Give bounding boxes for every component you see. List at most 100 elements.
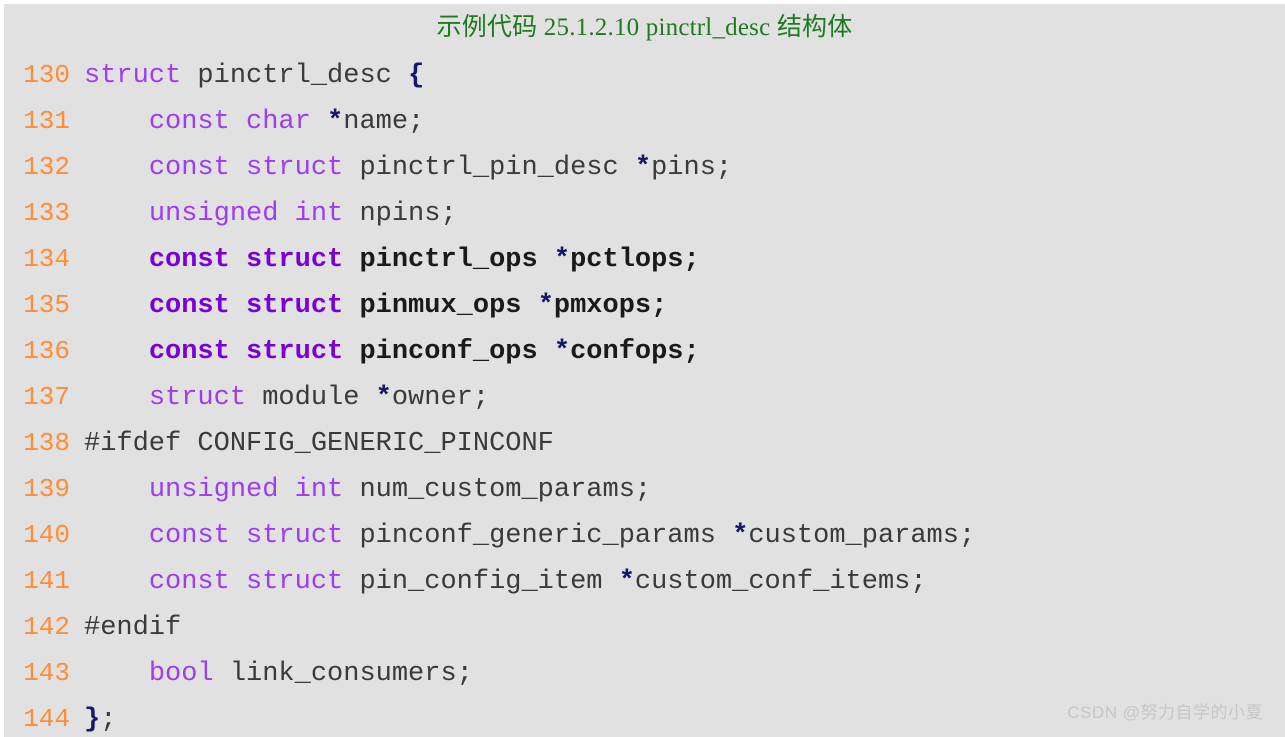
- code-token-punct: [343, 199, 359, 229]
- code-line-text: struct module *owner;: [70, 375, 489, 421]
- code-token-punct: [343, 291, 359, 321]
- code-token-id: name;: [343, 107, 425, 137]
- code-token-id: pin_config_item: [359, 567, 603, 597]
- code-token-punct: [343, 337, 359, 367]
- code-token-punct: [84, 291, 149, 321]
- code-token-id: pinconf_generic_params: [359, 521, 716, 551]
- csdn-watermark: CSDN @努力自学的小夏: [1067, 703, 1263, 722]
- code-line: 143 bool link_consumers;: [4, 650, 1285, 696]
- code-token-id: pinctrl_desc: [197, 61, 392, 91]
- code-token-kw: const: [148, 291, 230, 321]
- line-number: 135: [23, 290, 70, 320]
- code-token-kw: struct: [246, 337, 344, 367]
- code-token-punct: [716, 521, 732, 551]
- code-line: 142 #endif: [4, 604, 1285, 650]
- line-number: 144: [23, 704, 70, 734]
- code-token-punct: [343, 521, 359, 551]
- code-token-punct: [84, 521, 149, 551]
- code-line: 133 unsigned int npins;: [4, 190, 1285, 236]
- code-token-punct: [230, 291, 246, 321]
- code-token-punct: [230, 153, 246, 183]
- code-token-kw: unsigned: [148, 475, 279, 505]
- code-token-kw: const: [148, 107, 230, 137]
- code-token-kw: unsigned: [148, 199, 279, 229]
- code-line-text: const struct pinmux_ops *pmxops;: [70, 283, 668, 329]
- code-line-text: unsigned int npins;: [70, 191, 457, 237]
- code-line: 138 #ifdef CONFIG_GENERIC_PINCONF: [4, 420, 1285, 466]
- code-line-text: unsigned int num_custom_params;: [70, 467, 651, 513]
- code-block: 130 struct pinctrl_desc {131 const char *…: [4, 52, 1285, 737]
- code-token-kw: int: [294, 475, 344, 505]
- code-token-punct: [84, 567, 149, 597]
- code-line: 137 struct module *owner;: [4, 374, 1285, 420]
- code-token-kw: struct: [84, 61, 182, 91]
- code-token-id: pinctrl_pin_desc: [359, 153, 619, 183]
- code-token-kw: struct: [246, 153, 344, 183]
- code-line-text: struct pinctrl_desc {: [70, 53, 424, 99]
- line-number: 139: [23, 474, 70, 504]
- line-number: 136: [23, 336, 70, 366]
- code-token-star: *: [618, 567, 635, 597]
- code-token-punct: ;: [100, 705, 117, 735]
- code-line: 130 struct pinctrl_desc {: [4, 52, 1285, 98]
- code-line: 134 const struct pinctrl_ops *pctlops;: [4, 236, 1285, 282]
- code-line: 135 const struct pinmux_ops *pmxops;: [4, 282, 1285, 328]
- code-token-star: *: [553, 245, 571, 275]
- code-token-punct: [84, 475, 149, 505]
- line-number: 134: [23, 244, 70, 274]
- code-token-punct: [278, 199, 294, 229]
- code-line-text: const char *name;: [70, 99, 424, 145]
- code-token-kw: char: [246, 107, 311, 137]
- code-line: 132 const struct pinctrl_pin_desc *pins;: [4, 144, 1285, 190]
- code-token-star: *: [732, 521, 749, 551]
- code-token-kw: const: [148, 521, 230, 551]
- code-token-star: *: [553, 337, 571, 367]
- line-number: 137: [23, 382, 70, 412]
- code-token-id: confops;: [570, 337, 700, 367]
- code-token-kw: int: [294, 199, 344, 229]
- line-number: 141: [23, 566, 70, 596]
- code-token-punct: [230, 107, 246, 137]
- code-token-punct: [230, 521, 246, 551]
- code-token-punct: [392, 61, 408, 91]
- code-line-text: const struct pinconf_ops *confops;: [70, 329, 700, 375]
- line-number: 140: [23, 520, 70, 550]
- code-token-star: *: [327, 107, 344, 137]
- code-token-punct: [214, 659, 230, 689]
- line-number: 130: [23, 60, 70, 90]
- code-line-text: const struct pinctrl_ops *pctlops;: [70, 237, 700, 283]
- code-token-star: *: [537, 291, 554, 321]
- code-line-text: #endif: [70, 605, 181, 651]
- code-token-kw: struct: [246, 291, 344, 321]
- code-token-punct: [84, 153, 149, 183]
- code-token-punct: [603, 567, 619, 597]
- code-token-punct: [538, 245, 554, 275]
- code-caption: 示例代码 25.1.2.10 pinctrl_desc 结构体: [436, 14, 853, 41]
- code-line: 141 const struct pin_config_item *custom…: [4, 558, 1285, 604]
- code-token-id: link_consumers;: [229, 659, 473, 689]
- code-token-punct: [538, 337, 554, 367]
- code-token-punct: [343, 153, 359, 183]
- line-number: 138: [23, 428, 70, 458]
- code-token-kw: const: [148, 245, 230, 275]
- code-token-punct: [619, 153, 635, 183]
- code-token-punct: [84, 659, 149, 689]
- code-token-star: *: [375, 383, 392, 413]
- code-token-punct: [230, 567, 246, 597]
- code-token-id: custom_params;: [748, 521, 976, 551]
- code-token-punct: [84, 245, 149, 275]
- code-token-id: pmxops;: [553, 291, 668, 321]
- code-token-punct: [181, 61, 197, 91]
- code-token-punct: [343, 475, 359, 505]
- code-token-brace: }: [84, 705, 101, 735]
- code-token-punct: [84, 199, 149, 229]
- code-token-id: pctlops;: [570, 245, 700, 275]
- code-token-punct: [84, 107, 149, 137]
- code-token-id: pinctrl_ops: [359, 245, 538, 275]
- code-token-punct: [521, 291, 537, 321]
- code-token-kw: bool: [148, 659, 214, 689]
- code-token-punct: [343, 567, 359, 597]
- code-token-id: module: [262, 383, 360, 413]
- code-token-id: npins;: [359, 199, 457, 229]
- code-token-kw: const: [148, 337, 230, 367]
